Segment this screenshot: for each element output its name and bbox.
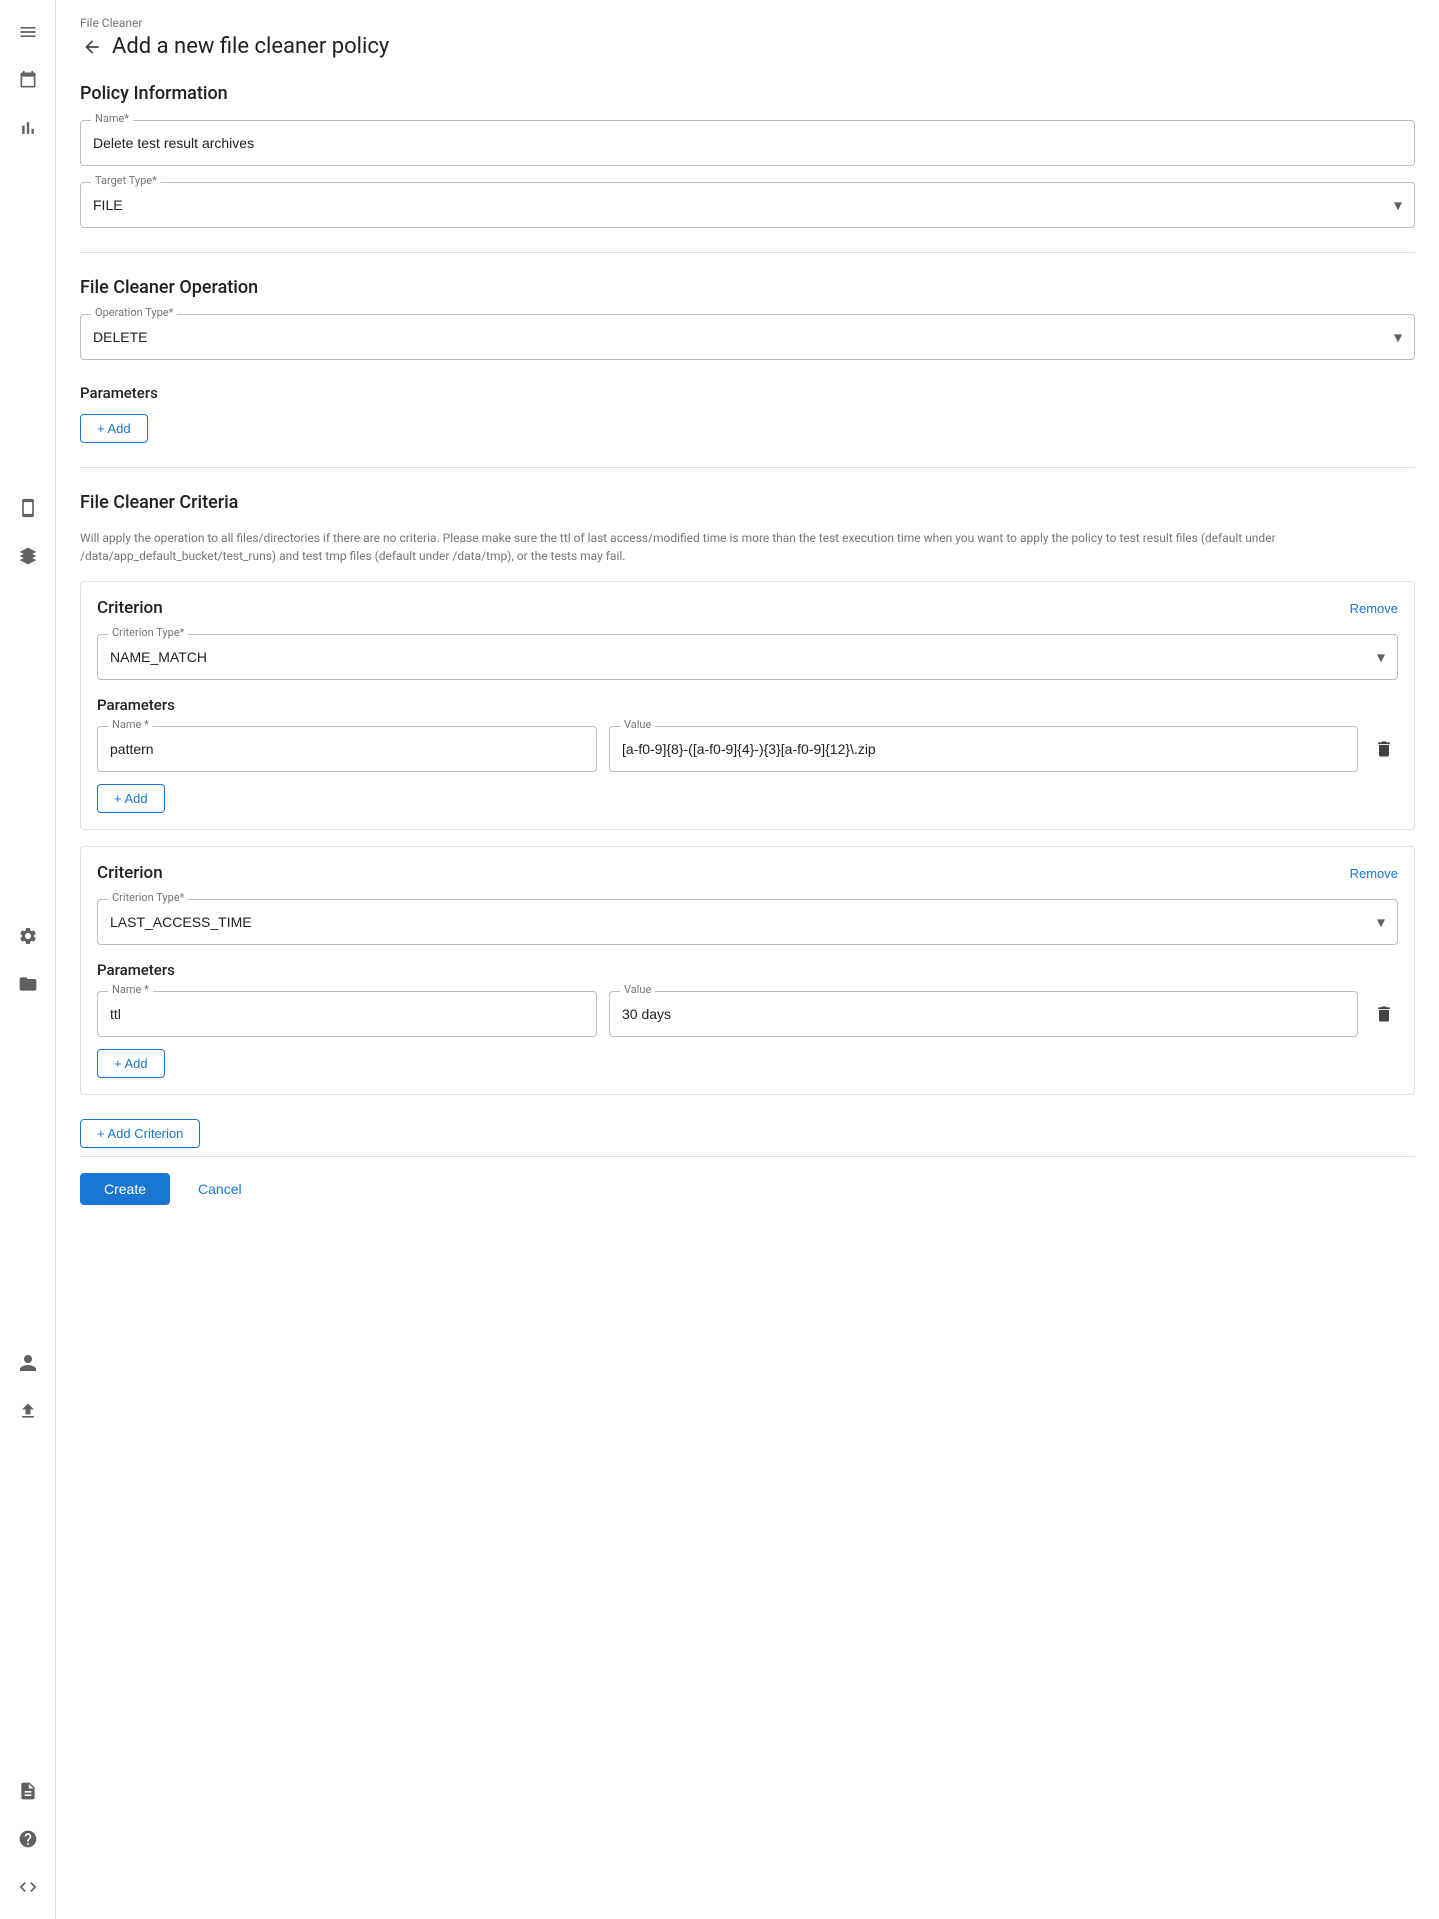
criterion-box-2: Criterion Remove Criterion Type* NAME_MA… xyxy=(80,846,1415,1095)
page-title-row: Add a new file cleaner policy xyxy=(80,34,1415,59)
delete-param-1-1-button[interactable] xyxy=(1370,735,1398,763)
add-criterion-button[interactable]: + Add Criterion xyxy=(80,1119,200,1148)
footer-actions: Create Cancel xyxy=(80,1156,1415,1221)
name-input[interactable] xyxy=(81,121,1414,165)
criterion-title-1: Criterion xyxy=(97,598,163,618)
file-cleaner-operation-title: File Cleaner Operation xyxy=(80,277,1415,298)
create-button[interactable]: Create xyxy=(80,1173,170,1205)
param-name-field-1-1: Name * xyxy=(97,726,597,772)
sidebar-icon-calendar[interactable] xyxy=(8,60,48,100)
param-value-field-2-1: Value xyxy=(609,991,1358,1037)
sidebar-icon-upload[interactable] xyxy=(8,1391,48,1431)
criterion-type-select-wrapper-2: NAME_MATCH LAST_ACCESS_TIME LAST_MODIFIE… xyxy=(98,900,1397,944)
criterion-type-select-2[interactable]: NAME_MATCH LAST_ACCESS_TIME LAST_MODIFIE… xyxy=(98,900,1397,944)
criteria-info-text: Will apply the operation to all files/di… xyxy=(80,529,1415,565)
delete-param-2-1-button[interactable] xyxy=(1370,1000,1398,1028)
criterion-title-2: Criterion xyxy=(97,863,163,883)
divider-2 xyxy=(80,467,1415,468)
param-row-2-1: Name * Value xyxy=(97,991,1398,1037)
criterion-type-select-1[interactable]: NAME_MATCH LAST_ACCESS_TIME LAST_MODIFIE… xyxy=(98,635,1397,679)
sidebar-icon-settings[interactable] xyxy=(8,916,48,956)
page-header: File Cleaner Add a new file cleaner poli… xyxy=(56,0,1439,67)
back-button[interactable] xyxy=(80,35,104,59)
criterion-2-params-label: Parameters xyxy=(97,961,1398,979)
target-type-field: Target Type* FILE DIRECTORY xyxy=(80,182,1415,228)
name-field: Name* xyxy=(80,120,1415,166)
criterion-type-field-2: Criterion Type* NAME_MATCH LAST_ACCESS_T… xyxy=(97,899,1398,945)
sidebar-icon-chart[interactable] xyxy=(8,108,48,148)
criterion-box-1: Criterion Remove Criterion Type* NAME_MA… xyxy=(80,581,1415,830)
criterion-type-select-wrapper-1: NAME_MATCH LAST_ACCESS_TIME LAST_MODIFIE… xyxy=(98,635,1397,679)
param-name-label-2-1: Name * xyxy=(108,983,153,996)
param-value-field-1-1: Value xyxy=(609,726,1358,772)
sidebar-icon-phone[interactable] xyxy=(8,488,48,528)
param-name-label-1-1: Name * xyxy=(108,718,153,731)
criterion-type-field-1: Criterion Type* NAME_MATCH LAST_ACCESS_T… xyxy=(97,634,1398,680)
sidebar-icon-layers[interactable] xyxy=(8,536,48,576)
sidebar-icon-folder[interactable] xyxy=(8,964,48,1004)
sidebar-icon-help[interactable] xyxy=(8,1819,48,1859)
criterion-header-2: Criterion Remove xyxy=(97,863,1398,883)
param-name-field-2-1: Name * xyxy=(97,991,597,1037)
operation-type-field: Operation Type* DELETE MOVE xyxy=(80,314,1415,360)
param-row-1-1: Name * Value xyxy=(97,726,1398,772)
top-parameters-section: Parameters + Add xyxy=(80,384,1415,443)
operation-type-select[interactable]: DELETE MOVE xyxy=(81,315,1414,359)
param-name-input-1-1[interactable] xyxy=(98,727,596,771)
param-value-input-2-1[interactable] xyxy=(610,992,1357,1036)
sidebar-icon-code[interactable] xyxy=(8,1867,48,1907)
param-name-input-2-1[interactable] xyxy=(98,992,596,1036)
breadcrumb: File Cleaner xyxy=(80,16,1415,30)
target-type-select[interactable]: FILE DIRECTORY xyxy=(81,183,1414,227)
criterion-1-params-label: Parameters xyxy=(97,696,1398,714)
sidebar-icon-list[interactable] xyxy=(8,12,48,52)
content-area: Policy Information Name* Target Type* FI… xyxy=(56,67,1439,1261)
top-add-param-button[interactable]: + Add xyxy=(80,414,148,443)
sidebar xyxy=(0,0,56,1919)
param-value-label-1-1: Value xyxy=(620,718,655,731)
add-criterion-row: + Add Criterion xyxy=(80,1119,1415,1148)
name-label: Name* xyxy=(91,112,133,125)
file-cleaner-criteria-section: File Cleaner Criteria Will apply the ope… xyxy=(80,492,1415,1095)
cancel-button[interactable]: Cancel xyxy=(182,1173,258,1205)
top-params-label: Parameters xyxy=(80,384,1415,402)
param-value-label-2-1: Value xyxy=(620,983,655,996)
operation-type-select-wrapper: DELETE MOVE xyxy=(81,315,1414,359)
file-cleaner-criteria-title: File Cleaner Criteria xyxy=(80,492,1415,513)
policy-information-title: Policy Information xyxy=(80,83,1415,104)
param-value-input-1-1[interactable] xyxy=(610,727,1357,771)
target-type-select-wrapper: FILE DIRECTORY xyxy=(81,183,1414,227)
main-content: File Cleaner Add a new file cleaner poli… xyxy=(56,0,1439,1919)
add-param-criterion-1-button[interactable]: + Add xyxy=(97,784,165,813)
criterion-header-1: Criterion Remove xyxy=(97,598,1398,618)
page-title: Add a new file cleaner policy xyxy=(112,34,389,59)
remove-criterion-2-button[interactable]: Remove xyxy=(1350,866,1398,881)
remove-criterion-1-button[interactable]: Remove xyxy=(1350,601,1398,616)
sidebar-icon-document[interactable] xyxy=(8,1771,48,1811)
policy-information-section: Policy Information Name* Target Type* FI… xyxy=(80,83,1415,228)
sidebar-icon-person[interactable] xyxy=(8,1343,48,1383)
file-cleaner-operation-section: File Cleaner Operation Operation Type* D… xyxy=(80,277,1415,360)
add-param-criterion-2-button[interactable]: + Add xyxy=(97,1049,165,1078)
divider-1 xyxy=(80,252,1415,253)
